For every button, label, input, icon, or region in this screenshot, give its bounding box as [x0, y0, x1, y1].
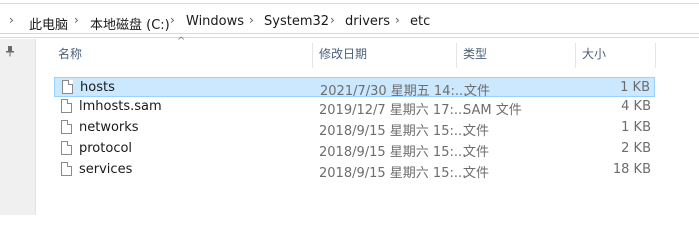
pin-icon [6, 46, 14, 57]
pin-icon[interactable] [5, 45, 15, 60]
file-icon [62, 80, 73, 94]
breadcrumb-etc[interactable]: etc [410, 14, 430, 29]
file-date: 2018/9/15 星期六 15:... [319, 145, 467, 160]
address-bar[interactable]: › 此电脑 › 本地磁盘 (C:) › Windows › System32 ›… [0, 0, 699, 38]
file-icon [61, 141, 72, 155]
chevron-right-icon[interactable]: › [395, 13, 400, 27]
file-size: 1 KB [620, 80, 650, 95]
file-size: 2 KB [621, 141, 651, 156]
column-divider[interactable] [312, 43, 313, 68]
file-size: 4 KB [621, 99, 651, 114]
breadcrumb-this-pc[interactable]: 此电脑 [29, 14, 68, 33]
chevron-right-icon[interactable]: › [74, 13, 79, 27]
file-type: 文件 [463, 145, 490, 160]
file-name: networks [79, 120, 139, 135]
column-divider[interactable] [575, 43, 576, 68]
file-name: hosts [80, 80, 115, 95]
chevron-right-icon[interactable]: › [330, 13, 335, 27]
column-header-size[interactable]: 大小 [582, 39, 606, 70]
file-type: 文件 [463, 166, 490, 181]
file-date: 2018/9/15 星期六 15:... [319, 124, 467, 139]
chevron-right-icon[interactable]: › [170, 13, 175, 27]
file-icon [61, 120, 72, 134]
breadcrumb-windows[interactable]: Windows [186, 14, 244, 29]
file-row-hosts[interactable]: hosts 2021/7/30 星期五 14:... 文件 1 KB [54, 77, 655, 99]
column-header-date[interactable]: 修改日期 [319, 39, 367, 70]
file-name: protocol [79, 141, 133, 156]
file-date: 2019/12/7 星期六 17:... [319, 103, 467, 118]
breadcrumb-drivers[interactable]: drivers [345, 14, 390, 29]
chevron-right-icon[interactable]: › [9, 13, 14, 27]
navigation-pane[interactable] [0, 39, 36, 215]
chevron-right-icon[interactable]: › [249, 13, 254, 27]
file-icon [61, 99, 72, 113]
breadcrumb-system32[interactable]: System32 [264, 14, 329, 29]
file-row-networks[interactable]: networks 2018/9/15 星期六 15:... 文件 1 KB [54, 118, 655, 139]
file-icon [61, 162, 72, 176]
file-size: 18 KB [612, 162, 651, 177]
file-name: lmhosts.sam [79, 99, 162, 114]
file-type: 文件 [463, 124, 490, 139]
file-row-services[interactable]: services 2018/9/15 星期六 15:... 文件 18 KB [54, 160, 655, 181]
breadcrumb-local-disk[interactable]: 本地磁盘 (C:) [90, 14, 170, 33]
column-header-name[interactable]: 名称 [58, 39, 82, 70]
file-date: 2018/9/15 星期六 15:... [319, 166, 467, 181]
file-type: SAM 文件 [463, 103, 522, 118]
address-box[interactable]: › 此电脑 › 本地磁盘 (C:) › Windows › System32 ›… [0, 3, 699, 34]
column-header-type[interactable]: 类型 [463, 39, 487, 70]
file-row-protocol[interactable]: protocol 2018/9/15 星期六 15:... 文件 2 KB [54, 139, 655, 160]
column-header-row: ^ 名称 修改日期 类型 大小 [36, 36, 699, 70]
file-row-lmhosts[interactable]: lmhosts.sam 2019/12/7 星期六 17:... SAM 文件 … [54, 97, 655, 118]
file-size: 1 KB [621, 120, 651, 135]
sort-ascending-icon: ^ [177, 36, 186, 47]
column-divider[interactable] [456, 43, 457, 68]
file-name: services [79, 162, 133, 177]
column-divider[interactable] [655, 43, 656, 68]
